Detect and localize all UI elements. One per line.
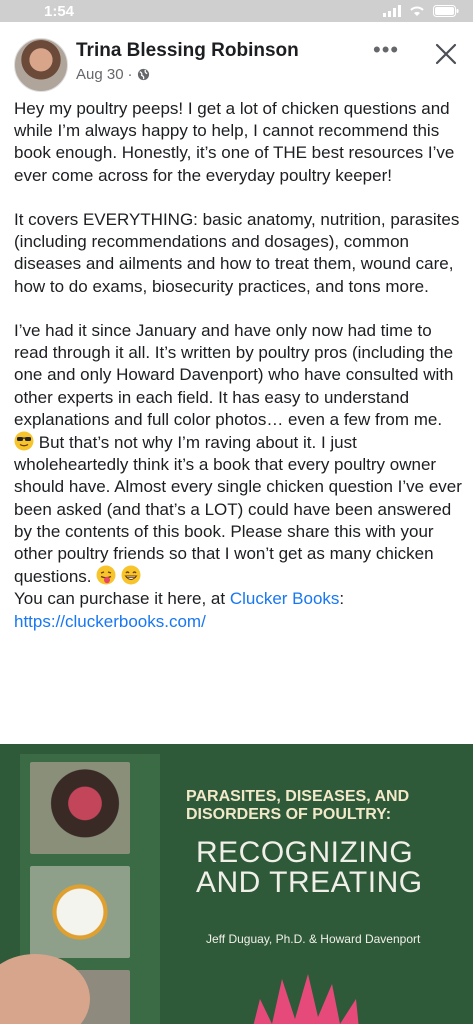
wifi-icon (410, 6, 424, 16)
post-paragraph-4: You can purchase it here, at Clucker Boo… (14, 588, 462, 632)
battery-icon (433, 5, 459, 17)
post-paragraph-3: I’ve had it since January and have only … (14, 320, 462, 588)
book-authors: Jeff Duguay, Ph.D. & Howard Davenport (206, 932, 421, 946)
chicken-comb-graphic (253, 974, 359, 1024)
meta-separator: · (127, 66, 133, 83)
tongue-emoji (96, 565, 116, 585)
signal-icon (383, 5, 401, 17)
sunglasses-emoji (14, 431, 34, 451)
book-subtitle-line-1: RECOGNIZING (196, 836, 414, 869)
close-button[interactable] (432, 40, 460, 68)
avatar[interactable] (14, 38, 68, 92)
post-header: Trina Blessing Robinson Aug 30 · ••• (0, 22, 473, 94)
book-title-line-1: PARASITES, DISEASES, AND (186, 788, 410, 805)
status-icons (383, 5, 459, 17)
post-paragraph-3b: But that’s not why I’m raving about it. … (14, 433, 462, 587)
clucker-books-url-link[interactable]: https://cluckerbooks.com/ (14, 612, 206, 631)
close-icon (435, 43, 457, 65)
clucker-books-link[interactable]: Clucker Books (230, 589, 340, 608)
globe-icon (137, 68, 149, 81)
more-options-button[interactable]: ••• (373, 39, 409, 66)
status-time: 1:54 (44, 3, 75, 20)
post-paragraph-2: It covers EVERYTHING: basic anatomy, nut… (14, 210, 460, 296)
book-subtitle-line-2: AND TREATING (196, 866, 423, 899)
author-name[interactable]: Trina Blessing Robinson (76, 40, 299, 62)
post-date[interactable]: Aug 30 (76, 66, 124, 83)
post-paragraph-1: Hey my poultry peeps! I get a lot of chi… (14, 99, 455, 185)
book-title-line-2: DISORDERS OF POULTRY: (186, 806, 392, 823)
post-text: Hey my poultry peeps! I get a lot of chi… (14, 98, 462, 633)
post-meta: Aug 30 · (76, 66, 150, 83)
status-bar: 1:54 (0, 0, 473, 22)
post-photo[interactable]: PARASITES, DISEASES, AND DISORDERS OF PO… (0, 744, 473, 1024)
turkey-photo (30, 762, 130, 854)
purchase-text: You can purchase it here, at (14, 589, 226, 609)
post-paragraph-3a: I’ve had it since January and have only … (14, 321, 454, 429)
duck-photo (30, 866, 130, 958)
link-colon: : (339, 589, 345, 609)
grin-emoji (121, 565, 141, 585)
book-subtitle: RECOGNIZING AND TREATING (196, 838, 466, 898)
book-title: PARASITES, DISEASES, AND DISORDERS OF PO… (186, 788, 456, 824)
